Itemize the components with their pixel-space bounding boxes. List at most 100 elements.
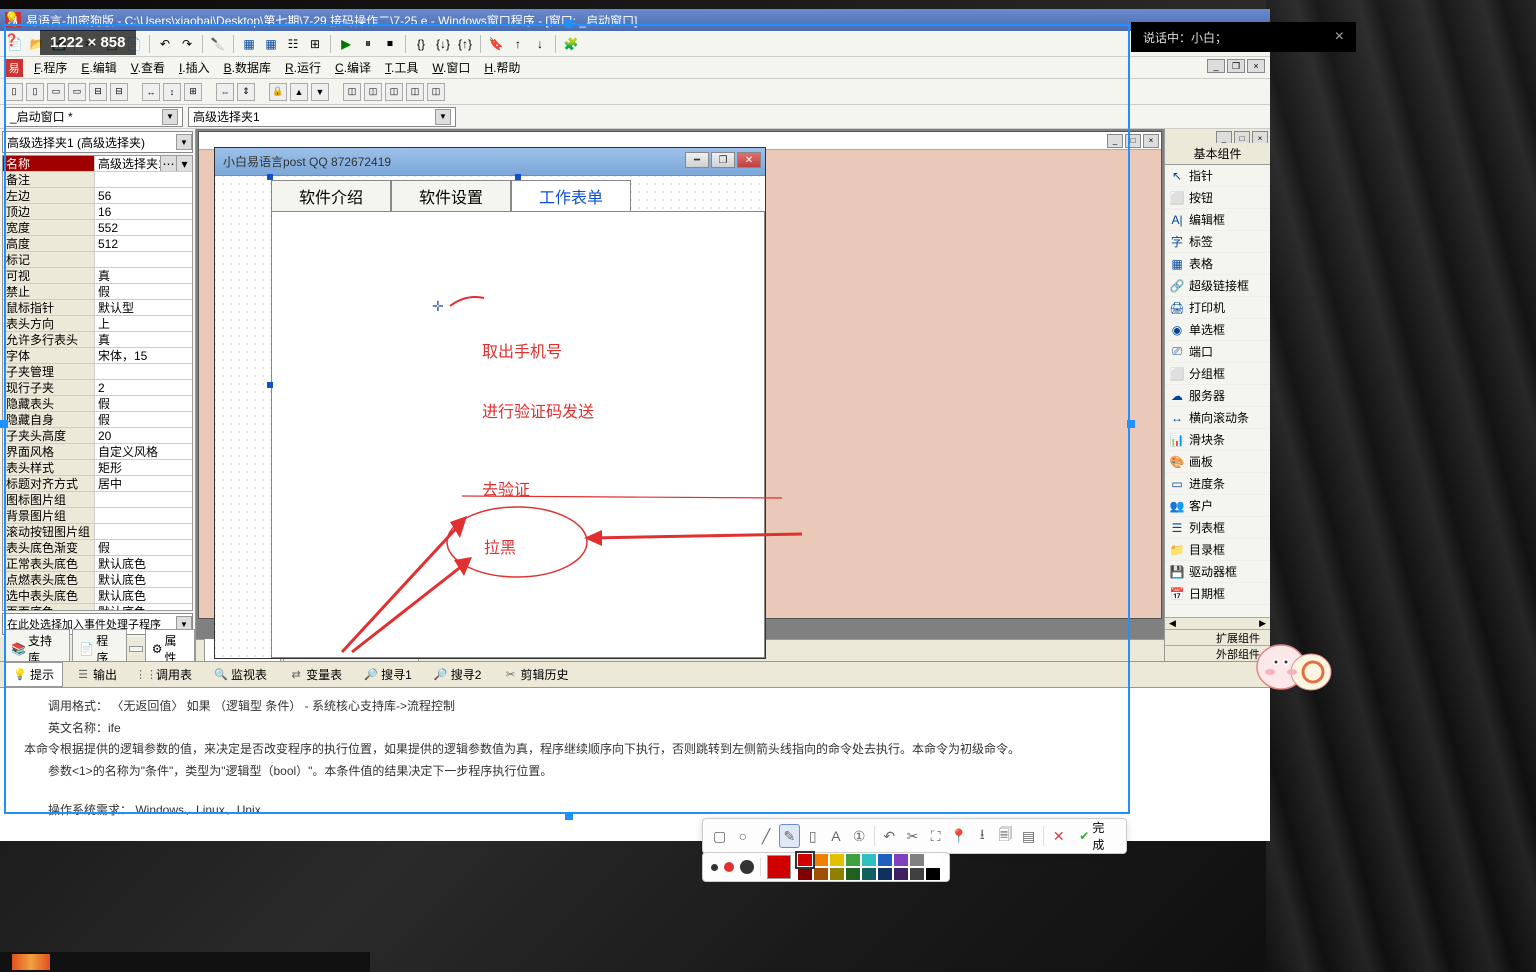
- prop-value[interactable]: 高级选择夹1: [95, 156, 160, 171]
- download-icon[interactable]: ⭳: [972, 824, 993, 848]
- bottom-tab[interactable]: ☰输出: [67, 662, 126, 687]
- misc1-icon[interactable]: ◫: [343, 83, 361, 101]
- menu-w[interactable]: W.窗口: [426, 56, 476, 79]
- selection-handle[interactable]: [565, 20, 573, 28]
- window-icon[interactable]: ▦: [239, 34, 259, 54]
- grid-icon[interactable]: ▤: [1018, 824, 1039, 848]
- done-button[interactable]: ✔ 完成: [1071, 819, 1120, 853]
- maximize-icon[interactable]: ❐: [711, 152, 735, 168]
- text-tool-icon[interactable]: A: [825, 824, 846, 848]
- minimize-icon[interactable]: _: [1207, 59, 1225, 73]
- pen-tool-icon[interactable]: ✎: [779, 824, 800, 848]
- menu-c[interactable]: C.编译: [329, 56, 377, 79]
- color-swatch[interactable]: [797, 867, 813, 881]
- crop-icon[interactable]: ⛶: [925, 824, 946, 848]
- vspace-icon[interactable]: ⇕: [237, 83, 255, 101]
- size-medium[interactable]: [724, 862, 734, 872]
- form-tab[interactable]: 软件介绍: [271, 180, 391, 212]
- color-swatch[interactable]: [877, 867, 893, 881]
- scroll-left-icon[interactable]: ◀: [1169, 618, 1176, 629]
- component-item[interactable]: ▦表格: [1165, 253, 1270, 275]
- redo-icon[interactable]: ↷: [177, 34, 197, 54]
- undo-icon[interactable]: ↶: [155, 34, 175, 54]
- component-item[interactable]: ◉单选框: [1165, 319, 1270, 341]
- minimize-icon[interactable]: _: [1107, 134, 1123, 148]
- left-tab[interactable]: [129, 646, 143, 652]
- prop-value[interactable]: 默认底色: [95, 572, 192, 587]
- prop-value[interactable]: 假: [95, 396, 192, 411]
- stop-icon[interactable]: ⏹: [380, 34, 400, 54]
- cancel-button[interactable]: ✕: [1048, 824, 1069, 848]
- menu-r[interactable]: R.运行: [279, 56, 327, 79]
- bottom-tab[interactable]: 🔍监视表: [205, 662, 276, 687]
- undo-icon[interactable]: ↶: [879, 824, 900, 848]
- component-item[interactable]: A|编辑框: [1165, 209, 1270, 231]
- close-icon[interactable]: ✕: [737, 152, 761, 168]
- prop-value[interactable]: 自定义风格: [95, 444, 192, 459]
- prop-value[interactable]: 真: [95, 332, 192, 347]
- component-item[interactable]: 💾驱动器框: [1165, 561, 1270, 583]
- close-icon[interactable]: ×: [1143, 134, 1159, 148]
- window-selector[interactable]: _启动窗口 *▼: [5, 107, 183, 127]
- misc5-icon[interactable]: ◫: [427, 83, 445, 101]
- bottom-tab[interactable]: ⇄变量表: [280, 662, 351, 687]
- color-swatch[interactable]: [893, 867, 909, 881]
- menu-t[interactable]: T.工具: [379, 56, 424, 79]
- component-item[interactable]: ↖指针: [1165, 165, 1270, 187]
- color-swatch[interactable]: [893, 853, 909, 867]
- color-swatch[interactable]: [909, 867, 925, 881]
- component-item[interactable]: ⬜分组框: [1165, 363, 1270, 385]
- bottom-tab[interactable]: 🔎搜寻2: [425, 662, 491, 687]
- size-large[interactable]: [740, 860, 754, 874]
- prop-value[interactable]: [95, 364, 192, 379]
- component-item[interactable]: ☁服务器: [1165, 385, 1270, 407]
- close-icon[interactable]: ×: [1335, 28, 1344, 46]
- lock-icon[interactable]: 🔒: [269, 83, 287, 101]
- menu-e[interactable]: E.编辑: [75, 56, 122, 79]
- color-swatch[interactable]: [877, 853, 893, 867]
- prop-value[interactable]: 512: [95, 236, 192, 251]
- color-swatch[interactable]: [829, 853, 845, 867]
- prop-value[interactable]: 假: [95, 412, 192, 427]
- prop-value[interactable]: 假: [95, 540, 192, 555]
- component-item[interactable]: ↔横向滚动条: [1165, 407, 1270, 429]
- prop-value[interactable]: 假: [95, 284, 192, 299]
- size-small[interactable]: [711, 864, 718, 871]
- misc4-icon[interactable]: ◫: [406, 83, 424, 101]
- align-left-icon[interactable]: ▯: [5, 83, 23, 101]
- component-item[interactable]: 🎨画板: [1165, 451, 1270, 473]
- control-selector[interactable]: 高级选择夹1▼: [188, 107, 456, 127]
- maximize-icon[interactable]: □: [1125, 134, 1141, 148]
- selection-handle[interactable]: [565, 812, 573, 820]
- prop-value[interactable]: [95, 252, 192, 267]
- color-swatch[interactable]: [925, 867, 941, 881]
- component-item[interactable]: 🔗超级链接框: [1165, 275, 1270, 297]
- color-swatch[interactable]: [861, 867, 877, 881]
- form-tab[interactable]: 软件设置: [391, 180, 511, 212]
- prop-value[interactable]: 56: [95, 188, 192, 203]
- align-bottom-icon[interactable]: ▭: [68, 83, 86, 101]
- align-top-icon[interactable]: ▭: [47, 83, 65, 101]
- misc2-icon[interactable]: ◫: [364, 83, 382, 101]
- close-icon[interactable]: ×: [1247, 59, 1265, 73]
- plugin-icon[interactable]: 🧩: [561, 34, 581, 54]
- component-item[interactable]: 👥客户: [1165, 495, 1270, 517]
- color-swatch[interactable]: [813, 867, 829, 881]
- prop-value[interactable]: 默认底色: [95, 588, 192, 603]
- color-swatch[interactable]: [845, 867, 861, 881]
- form-tab[interactable]: 工作表单: [511, 180, 631, 212]
- copy-icon[interactable]: 🗐: [995, 824, 1016, 848]
- same-height-icon[interactable]: ↕: [163, 83, 181, 101]
- component-item[interactable]: 📁目录框: [1165, 539, 1270, 561]
- stepout-icon[interactable]: {↑}: [455, 34, 475, 54]
- prop-value[interactable]: 2: [95, 380, 192, 395]
- stepinto-icon[interactable]: {↓}: [433, 34, 453, 54]
- tab-control[interactable]: 软件介绍软件设置工作表单 ✛ 取出手机号进行验证码发送去验证拉黑: [271, 180, 765, 658]
- circle-tool-icon[interactable]: ○: [732, 824, 753, 848]
- center-h-icon[interactable]: ⊟: [89, 83, 107, 101]
- bottom-tab[interactable]: 💡提示: [4, 662, 63, 687]
- ellipsis-icon[interactable]: ⋯: [160, 156, 176, 171]
- prop-value[interactable]: [95, 492, 192, 507]
- bookmark-prev-icon[interactable]: ↑: [508, 34, 528, 54]
- prop-value[interactable]: 宋体，15: [95, 348, 192, 363]
